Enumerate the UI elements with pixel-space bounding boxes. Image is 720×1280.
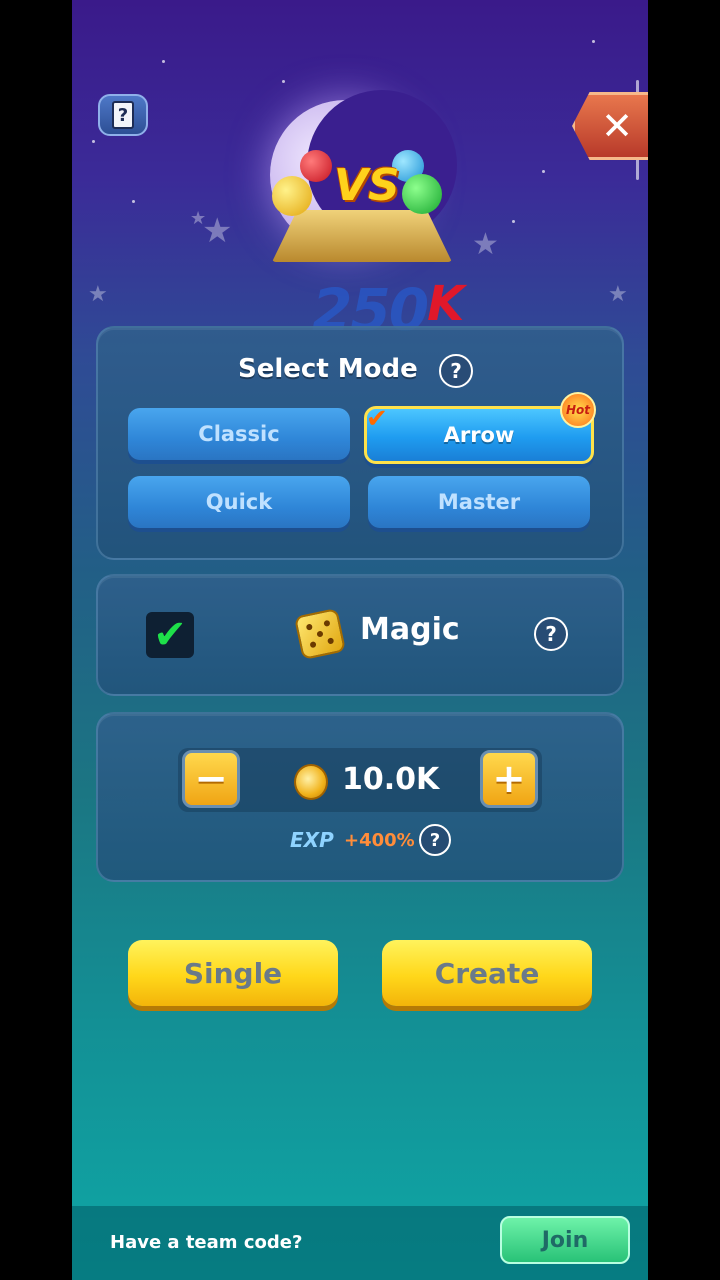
prize-suffix: K xyxy=(427,276,464,332)
card-question-icon: ? xyxy=(112,101,134,129)
star-decoration: ★ xyxy=(202,211,233,251)
coin-icon xyxy=(294,764,328,800)
minus-icon: − xyxy=(194,756,228,802)
close-button[interactable]: ✕ xyxy=(572,92,648,160)
rules-help-button[interactable]: ? xyxy=(98,94,148,136)
green-pawn-icon xyxy=(402,174,442,214)
create-button[interactable]: Create xyxy=(382,940,592,1006)
checkmark-icon: ✔ xyxy=(153,612,187,658)
mode-master-button[interactable]: Master xyxy=(368,476,590,528)
decrease-bet-button[interactable]: − xyxy=(182,750,240,808)
bet-amount: 10.0K xyxy=(342,762,440,797)
mode-classic-button[interactable]: Classic xyxy=(128,408,350,460)
exp-bonus: +400% xyxy=(344,830,415,851)
dice-icon xyxy=(293,607,347,661)
star-decoration: ★ xyxy=(608,282,628,307)
yellow-pawn-icon xyxy=(272,176,312,216)
magic-checkbox[interactable]: ✔ xyxy=(146,612,194,658)
star-decoration: ★ xyxy=(88,282,108,307)
plus-icon: + xyxy=(492,756,526,802)
exp-help-icon[interactable]: ? xyxy=(419,824,451,856)
increase-bet-button[interactable]: + xyxy=(480,750,538,808)
selected-check-icon: ✔ xyxy=(366,404,388,434)
game-mode-screen: ★ ★ ★ ★ ★ ? ✕ VS 250K Select Mode ? Clas… xyxy=(72,0,648,1280)
mode-quick-button[interactable]: Quick xyxy=(128,476,350,528)
hot-badge: Hot xyxy=(560,392,596,428)
exp-label: EXP xyxy=(290,828,334,852)
mode-help-icon[interactable]: ? xyxy=(439,354,473,388)
magic-label: Magic xyxy=(360,612,460,647)
star-decoration: ★ xyxy=(190,208,207,229)
close-icon: ✕ xyxy=(601,104,633,148)
single-button[interactable]: Single xyxy=(128,940,338,1006)
hero-vs-illustration: VS xyxy=(252,90,482,290)
ludo-board-icon xyxy=(272,210,452,262)
magic-help-icon[interactable]: ? xyxy=(534,617,568,651)
join-button[interactable]: Join xyxy=(500,1216,630,1264)
select-mode-title: Select Mode xyxy=(238,354,418,384)
vs-label: VS xyxy=(334,160,400,211)
red-pawn-icon xyxy=(300,150,332,182)
team-code-prompt: Have a team code? xyxy=(110,1232,303,1253)
